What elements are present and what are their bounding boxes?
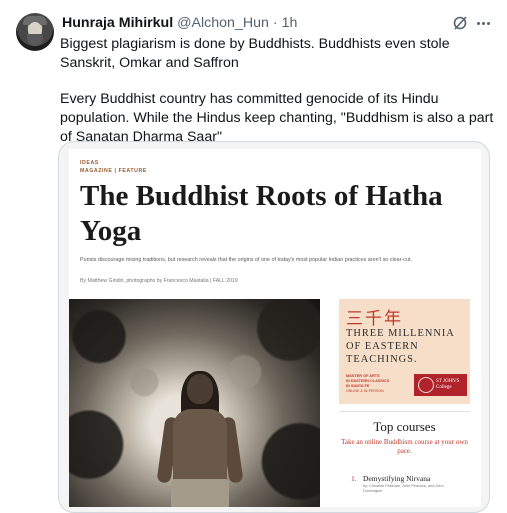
article-dek: Purists discourage mixing traditions, bu… <box>80 257 412 263</box>
courses-title: Top courses <box>373 419 436 434</box>
courses-subtitle: Take an online Buddhism course at your o… <box>341 438 468 455</box>
top-courses-panel: Top courses Take an online Buddhism cour… <box>339 407 470 507</box>
article-screenshot: IDEAS MAGAZINE | FEATURE The Buddhist Ro… <box>69 149 481 507</box>
tweet-media-image[interactable]: IDEAS MAGAZINE | FEATURE The Buddhist Ro… <box>58 141 490 513</box>
ad-format-text: ONLINE & IN-PERSON <box>346 389 384 393</box>
ad-logo-text: ST JOHN'S College <box>436 379 460 390</box>
tweet[interactable]: Hunraja Mihirkul @Alchon_Hun · 1h Bigges… <box>0 0 507 513</box>
user-handle[interactable]: @Alchon_Hun <box>177 15 269 31</box>
course-instructors: by: Christine Feldman, John Peacock, and… <box>363 484 444 493</box>
advertisement: 三千年 THREE MILLENNIA OF EASTERN TEACHINGS… <box>339 299 470 404</box>
college-seal-icon <box>418 377 434 393</box>
grok-icon[interactable] <box>452 15 468 31</box>
ad-headline-line: OF EASTERN <box>346 341 419 352</box>
timestamp[interactable]: 1h <box>282 15 298 31</box>
photo-figure-head <box>187 374 213 404</box>
breadcrumb-section: IDEAS <box>80 160 99 166</box>
ad-chinese-characters: 三千年 <box>346 309 403 328</box>
display-name[interactable]: Hunraja Mihirkul <box>62 15 173 31</box>
article-byline: By Matthew Gindin, photographs by France… <box>80 278 238 284</box>
course-name: Demystifying Nirvana <box>363 474 431 483</box>
photo-figure-torso <box>173 409 227 489</box>
separator-dot: · <box>272 15 278 31</box>
more-dot <box>481 21 485 25</box>
article-headline: The Buddhist Roots of Hatha Yoga <box>80 180 443 247</box>
ad-headline-line: THREE MILLENNIA <box>346 328 455 339</box>
article-photo <box>69 299 320 507</box>
avatar[interactable] <box>16 13 54 51</box>
tweet-paragraph: Biggest plagiarism is done by Buddhists.… <box>60 36 450 71</box>
avatar-beard <box>27 34 43 46</box>
tweet-paragraph: Every Buddhist country has committed gen… <box>60 91 494 145</box>
divider <box>339 411 470 412</box>
ad-program-text: MASTER OF ARTS IN EASTERN CLASSICS IN SA… <box>346 374 390 388</box>
breadcrumb: IDEAS MAGAZINE | FEATURE <box>80 159 147 175</box>
tweet-header: Hunraja Mihirkul @Alchon_Hun · 1h <box>62 15 297 33</box>
ad-college-logo: ST JOHN'S College <box>414 374 467 396</box>
breadcrumb-subsection: MAGAZINE | FEATURE <box>80 168 147 174</box>
more-icon[interactable] <box>474 15 492 31</box>
course-number: 1. <box>351 474 357 483</box>
ad-headline-line: TEACHINGS. <box>346 354 418 365</box>
more-dot <box>486 21 490 25</box>
photo-figure-cloth <box>171 479 229 507</box>
more-dot <box>476 21 480 25</box>
